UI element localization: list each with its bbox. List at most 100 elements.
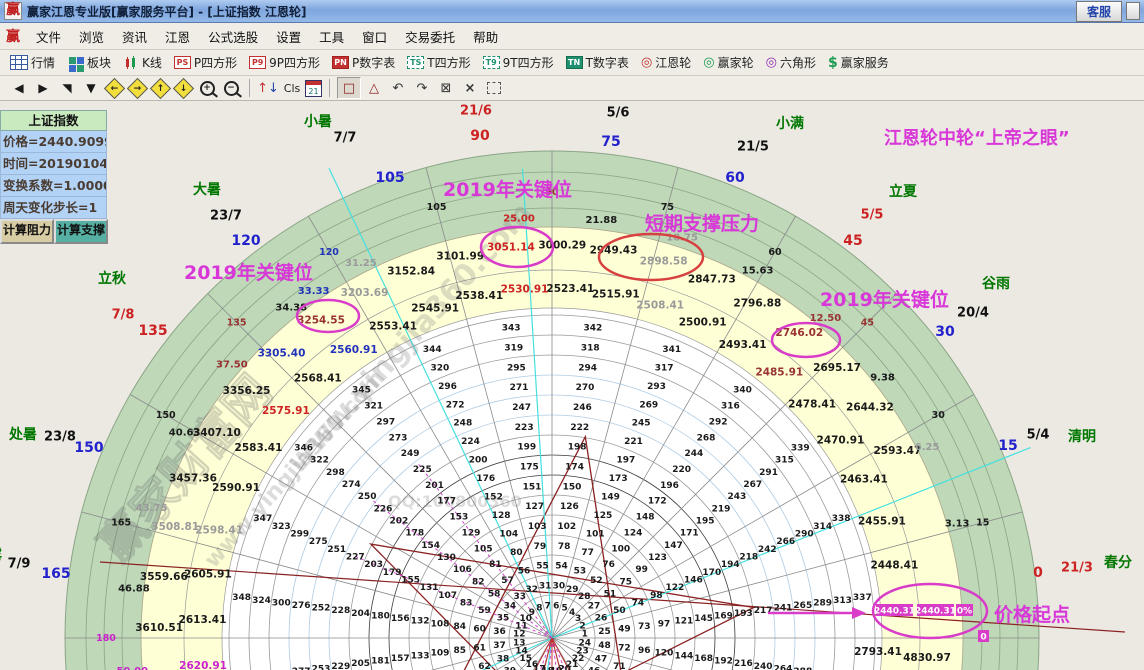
toolbar-item-P四方形[interactable]: PS P四方形	[170, 52, 241, 74]
menu-item-3[interactable]: 江恩	[157, 25, 198, 48]
svg-text:318: 318	[581, 344, 600, 354]
resize-tool[interactable]: ×	[459, 78, 481, 98]
ts-badge-icon: TS	[407, 56, 425, 69]
toolbar-item-9P四方形[interactable]: P9 9P四方形	[245, 52, 324, 74]
menu-item-8[interactable]: 交易委托	[397, 25, 463, 48]
svg-text:177: 177	[437, 497, 456, 507]
toolbar-item-label: 赢家服务	[840, 56, 889, 70]
calc-resistance-button[interactable]: 计算阻力	[0, 219, 55, 244]
svg-text:3203.69: 3203.69	[341, 287, 389, 299]
cursor-up-button[interactable]: ◥	[56, 78, 78, 98]
toolbar-item-板块[interactable]: 板块	[63, 52, 115, 74]
svg-text:102: 102	[557, 522, 576, 532]
toolbar-item-K线[interactable]: K线	[119, 52, 166, 74]
toolbar-item-行情[interactable]: 行情	[6, 52, 59, 74]
svg-text:45: 45	[861, 318, 874, 329]
svg-text:100: 100	[611, 544, 630, 554]
zoom-in-icon[interactable]: +	[199, 80, 215, 96]
svg-text:152: 152	[484, 493, 503, 503]
draw-rectangle-tool[interactable]: □	[337, 77, 361, 99]
draw-triangle-tool[interactable]: △	[363, 78, 385, 98]
menu-item-2[interactable]: 资讯	[114, 25, 155, 48]
svg-text:2470.91: 2470.91	[817, 434, 865, 446]
svg-text:218: 218	[739, 552, 758, 562]
svg-text:24: 24	[578, 638, 591, 648]
calc-support-button[interactable]: 计算支撑	[54, 219, 109, 244]
menu-item-7[interactable]: 窗口	[354, 25, 395, 48]
support-button[interactable]: 客服	[1075, 0, 1122, 22]
svg-text:50.00: 50.00	[116, 666, 148, 670]
cursor-down-button[interactable]: ▼	[80, 78, 102, 98]
svg-text:345: 345	[352, 386, 371, 396]
nav-right-button[interactable]: ▶	[32, 78, 54, 98]
svg-text:2620.91: 2620.91	[179, 660, 227, 670]
dashed-select-tool[interactable]	[483, 78, 505, 98]
menu-item-4[interactable]: 公式选股	[200, 25, 266, 48]
calendar-icon[interactable]: 21	[305, 79, 322, 97]
toolbar-item-六角形[interactable]: ◎ 六角形	[762, 52, 820, 74]
svg-text:314: 314	[813, 522, 832, 532]
svg-text:105: 105	[474, 544, 493, 554]
svg-text:176: 176	[476, 474, 495, 484]
svg-text:47: 47	[595, 654, 608, 664]
svg-text:338: 338	[832, 514, 851, 524]
box-select-tool[interactable]: ⊠	[435, 78, 457, 98]
toolbar-item-江恩轮[interactable]: ◎ 江恩轮	[637, 52, 695, 74]
t9-badge-icon: T9	[482, 56, 500, 69]
cls-button[interactable]: Cls	[281, 78, 303, 98]
svg-text:129: 129	[462, 528, 481, 538]
pan-left-button[interactable]: ←	[103, 77, 126, 99]
svg-text:7/9: 7/9	[8, 557, 31, 572]
toolbar-item-赢家服务[interactable]: $ 赢家服务	[824, 52, 893, 74]
toolbar-item-T数字表[interactable]: TN T数字表	[562, 52, 633, 74]
svg-text:15.63: 15.63	[742, 266, 774, 277]
svg-text:71: 71	[613, 662, 626, 670]
updown-button[interactable]: ↑ ↓	[257, 78, 279, 98]
toolbar-item-9T四方形[interactable]: T9 9T四方形	[479, 52, 558, 74]
toolbar-item-label: T四方形	[427, 56, 471, 70]
menu-item-9[interactable]: 帮助	[465, 25, 506, 48]
svg-text:54: 54	[555, 562, 568, 572]
zoom-out-icon[interactable]: −	[223, 80, 239, 96]
toolbar-item-T四方形[interactable]: TS T四方形	[403, 52, 474, 74]
toolbar-item-P数字表[interactable]: PN P数字表	[328, 52, 399, 74]
pan-right-button[interactable]: →	[126, 77, 149, 99]
svg-text:3254.55: 3254.55	[297, 315, 345, 327]
rotate-cw-tool[interactable]: ↷	[411, 78, 433, 98]
svg-text:3305.40: 3305.40	[258, 347, 306, 359]
svg-text:清明: 清明	[1068, 428, 1096, 445]
rotate-ccw-tool[interactable]: ↶	[387, 78, 409, 98]
svg-text:大暑: 大暑	[193, 181, 221, 198]
svg-text:192: 192	[714, 657, 733, 667]
svg-text:172: 172	[648, 497, 667, 507]
nav-left-button[interactable]: ◀	[8, 78, 30, 98]
svg-text:106: 106	[453, 565, 472, 575]
main-toolbar: 行情 板块 K线 PS P四方形 P9 9P四方形 PN P数字表 TS T四方形 T9 9T四方形 TN…	[0, 50, 1144, 76]
menu-item-1[interactable]: 浏览	[71, 25, 112, 48]
svg-text:120: 120	[319, 247, 339, 258]
svg-text:244: 244	[684, 449, 703, 459]
pan-down-button[interactable]: ↓	[172, 77, 195, 99]
svg-text:2440.31: 2440.31	[874, 607, 915, 617]
window-edge-button[interactable]	[1126, 2, 1140, 20]
svg-text:60: 60	[725, 170, 745, 186]
gann-wheel-canvas[interactable]: www.yingjia360.com 赢家财富网 www.yingjia360.co…	[0, 101, 1144, 670]
svg-text:251: 251	[327, 545, 346, 555]
hexagon-icon: ◎	[765, 55, 777, 70]
svg-text:168: 168	[694, 654, 713, 664]
svg-text:300: 300	[272, 598, 291, 608]
svg-text:0: 0	[1033, 565, 1043, 581]
svg-text:2538.41: 2538.41	[455, 290, 503, 302]
svg-text:274: 274	[342, 480, 361, 490]
svg-text:40.63: 40.63	[169, 427, 201, 438]
svg-text:130: 130	[437, 553, 456, 563]
menu-item-0[interactable]: 文件	[28, 25, 69, 48]
svg-text:7/8: 7/8	[112, 308, 135, 323]
menu-item-5[interactable]: 设置	[268, 25, 309, 48]
svg-text:148: 148	[636, 513, 655, 523]
svg-text:84: 84	[454, 622, 467, 632]
toolbar-item-赢家轮[interactable]: ◎ 赢家轮	[699, 52, 757, 74]
menu-item-6[interactable]: 工具	[311, 25, 352, 48]
svg-text:133: 133	[411, 651, 430, 661]
pan-up-button[interactable]: ↑	[149, 77, 172, 99]
